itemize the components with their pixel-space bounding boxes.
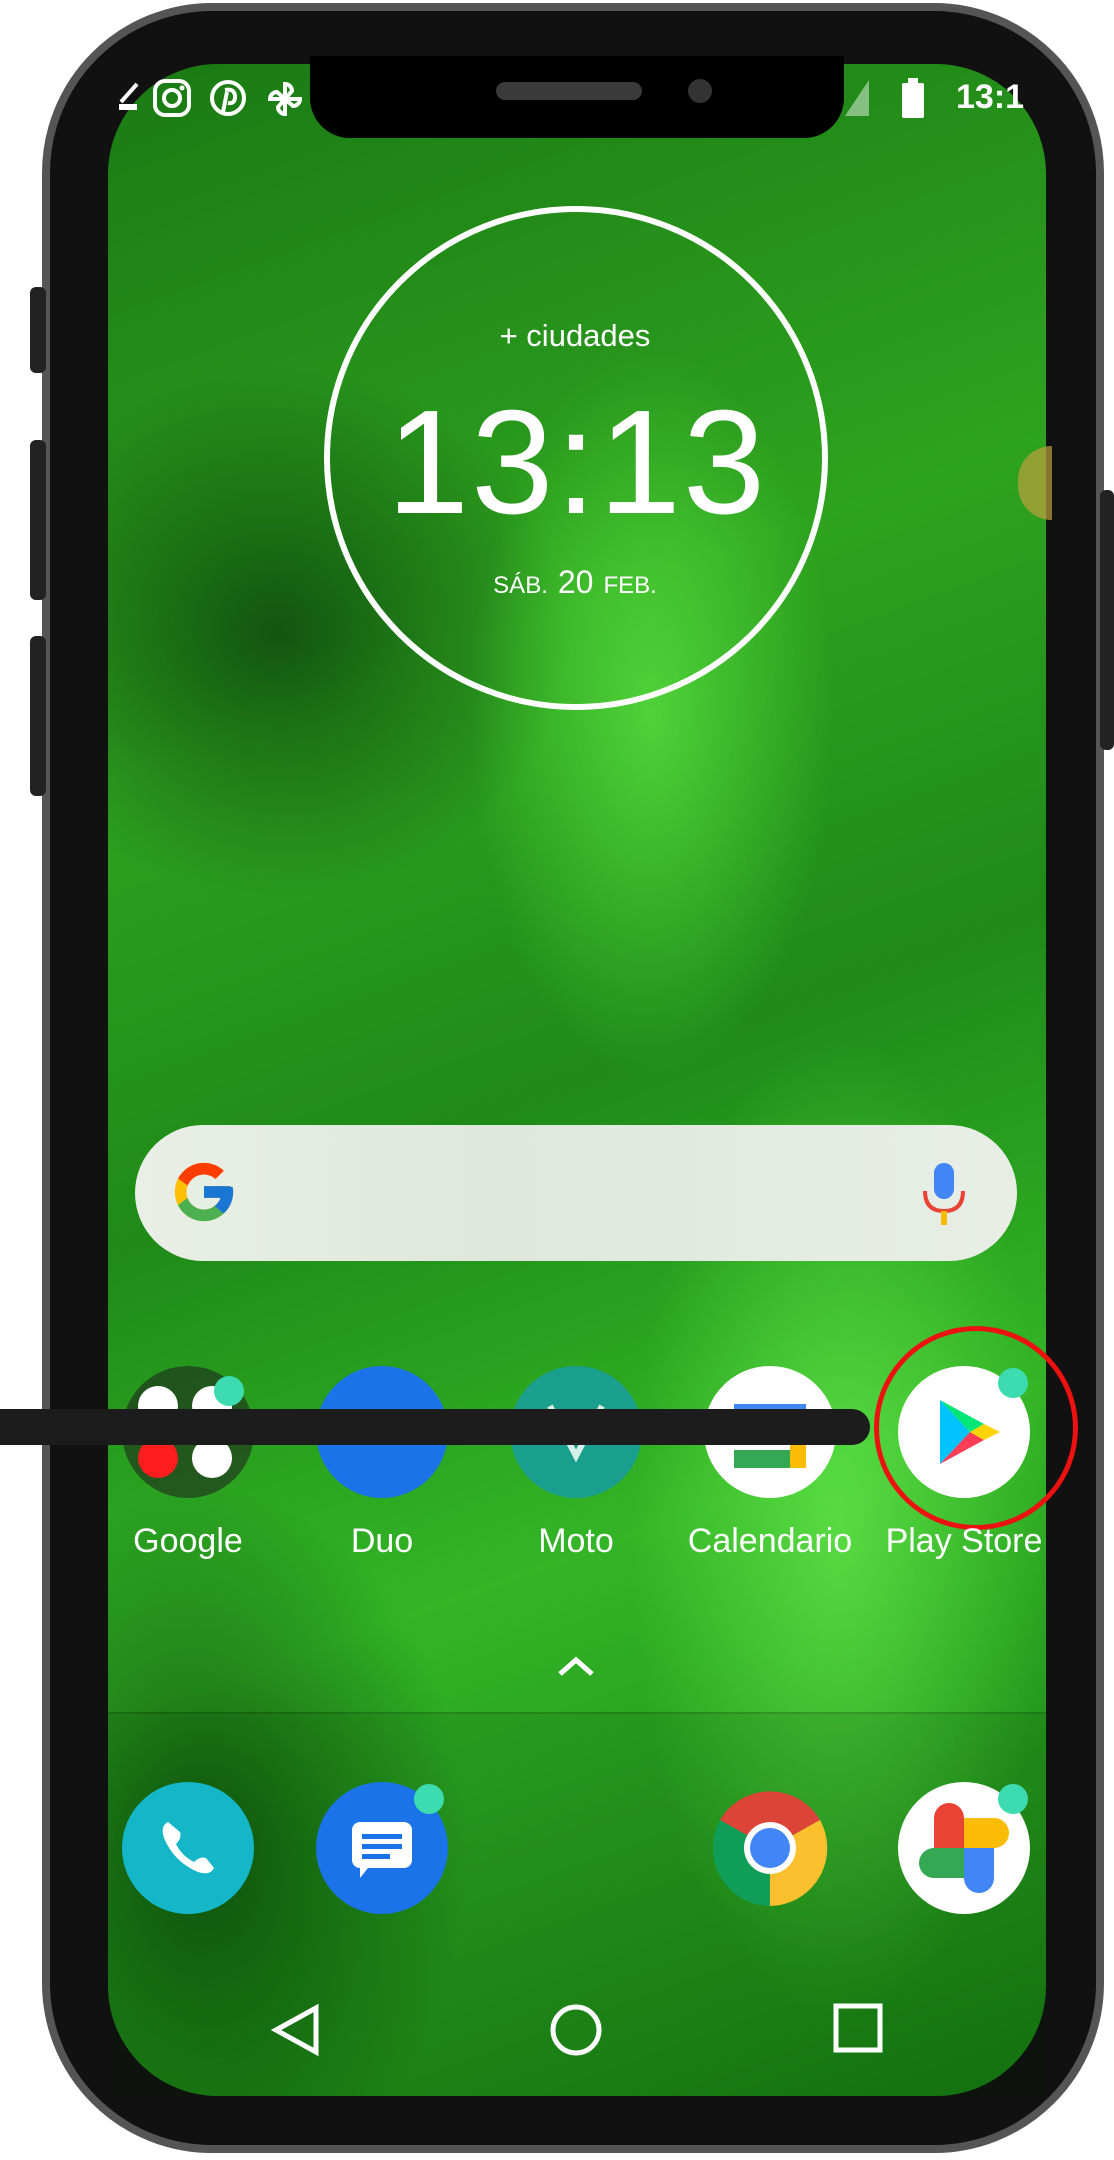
app-label-duo: Duo bbox=[350, 1522, 414, 1560]
notification-icon bbox=[117, 80, 139, 116]
recents-icon[interactable] bbox=[832, 2002, 884, 2054]
app-label-calendario: Calendario bbox=[687, 1522, 853, 1560]
speaker-grille bbox=[496, 82, 642, 100]
app-label-play-store: Play Store bbox=[885, 1522, 1043, 1560]
clock-month: FEB. bbox=[603, 572, 657, 599]
highlight-circle bbox=[874, 1326, 1078, 1530]
battery-icon bbox=[900, 78, 926, 118]
chevron-up-icon[interactable] bbox=[550, 1648, 602, 1682]
status-time: 13:1 bbox=[956, 78, 1025, 116]
pinterest-icon bbox=[208, 78, 248, 118]
clock-day-number: 20 bbox=[557, 564, 594, 600]
side-button bbox=[30, 287, 46, 373]
microphone-icon[interactable] bbox=[919, 1161, 969, 1227]
dock-divider bbox=[108, 1712, 1046, 1714]
notification-dot bbox=[998, 1784, 1028, 1814]
clock-day: SÁB. bbox=[493, 572, 548, 599]
clock-date: SÁB. 20 FEB. bbox=[430, 564, 720, 601]
clock-cities[interactable]: + ciudades bbox=[430, 318, 720, 354]
clock-time: 13:13 bbox=[386, 380, 768, 545]
notification-dot bbox=[414, 1784, 444, 1814]
annotation-bar bbox=[0, 1409, 870, 1445]
pinwheel-icon bbox=[264, 78, 306, 120]
phone-icon[interactable] bbox=[122, 1782, 254, 1914]
back-icon[interactable] bbox=[268, 2002, 324, 2058]
app-label-google: Google bbox=[133, 1522, 243, 1560]
home-icon[interactable] bbox=[548, 2002, 604, 2058]
front-camera bbox=[688, 79, 712, 103]
signal-icon bbox=[845, 80, 869, 116]
side-button bbox=[30, 440, 46, 600]
instagram-icon bbox=[152, 78, 192, 118]
app-label-moto: Moto bbox=[538, 1522, 614, 1560]
side-button bbox=[30, 636, 46, 796]
google-search-bar[interactable] bbox=[135, 1125, 1017, 1261]
side-button bbox=[1100, 490, 1114, 750]
google-g-icon bbox=[169, 1157, 239, 1227]
notification-dot bbox=[214, 1376, 244, 1406]
chrome-icon[interactable] bbox=[704, 1782, 836, 1914]
